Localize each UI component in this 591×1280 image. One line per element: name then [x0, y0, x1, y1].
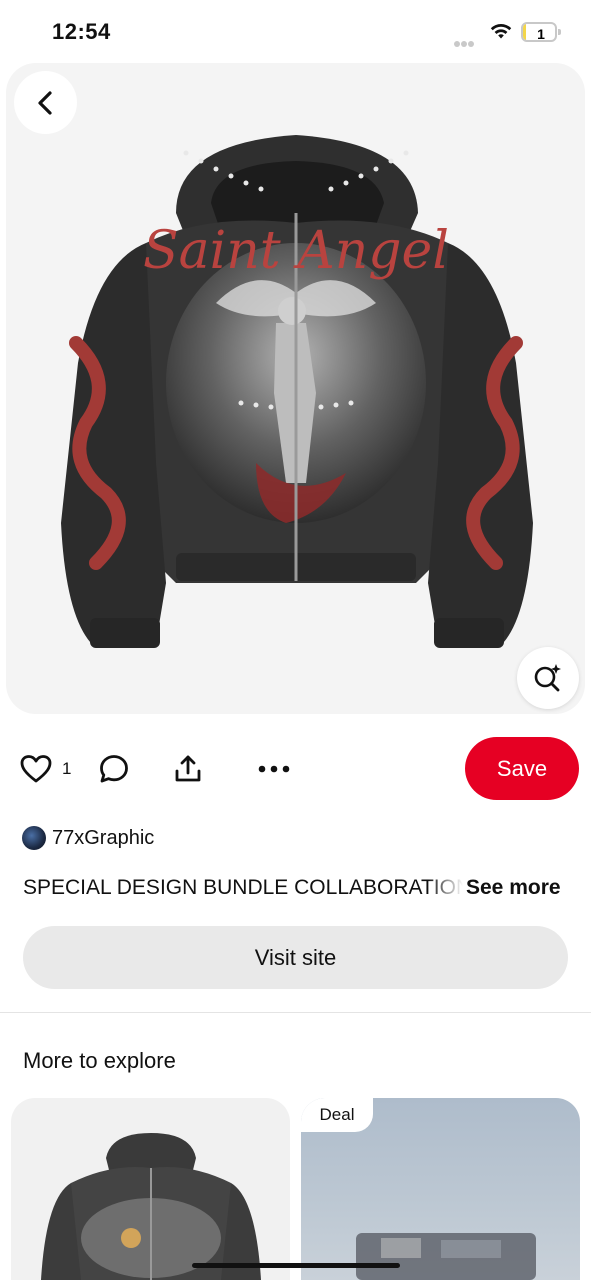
status-time: 12:54	[52, 19, 111, 44]
like-count: 1	[62, 759, 72, 778]
back-button[interactable]	[14, 71, 77, 134]
home-indicator	[192, 1263, 400, 1268]
like-button[interactable]	[20, 753, 52, 785]
visit-site-button[interactable]: Visit site	[23, 926, 568, 989]
magnify-sparkle-icon	[534, 664, 561, 692]
explore-card[interactable]: Deal	[301, 1098, 580, 1280]
chevron-left-icon	[37, 90, 52, 115]
explore-card[interactable]	[11, 1098, 290, 1280]
section-title: More to explore	[23, 1048, 176, 1073]
save-button[interactable]: Save	[465, 737, 579, 800]
avatar	[22, 826, 46, 850]
pin-description: SPECIAL DESIGN BUNDLE COLLABORATION	[23, 876, 463, 899]
graphic-hoodie-image	[41, 1133, 261, 1280]
battery-level: 1	[537, 26, 545, 42]
deal-badge: Deal	[301, 1098, 373, 1132]
cellular-dots-icon	[454, 34, 476, 47]
ellipsis-icon	[258, 765, 290, 773]
visual-search-button[interactable]	[517, 647, 579, 709]
creator-link[interactable]: 77xGraphic	[22, 825, 154, 851]
battery-icon: 1	[521, 22, 561, 42]
see-more-link[interactable]: See more	[466, 876, 561, 900]
share-upload-icon	[175, 755, 201, 782]
pin-action-bar: 1 Save	[0, 737, 591, 801]
comment-button[interactable]	[98, 753, 130, 785]
status-bar: 12:54 1	[0, 0, 591, 62]
hooded-zip-jacket-image: Saint Angel	[61, 135, 533, 648]
share-button[interactable]	[172, 753, 204, 785]
jacket-print-text: Saint Angel	[143, 221, 449, 281]
heart-icon	[20, 755, 52, 783]
divider	[0, 1012, 591, 1013]
comment-bubble-icon	[100, 755, 128, 783]
creator-name: 77xGraphic	[52, 826, 155, 849]
pin-image-container[interactable]: Saint Angel	[6, 63, 585, 714]
more-options-button[interactable]	[256, 753, 292, 785]
wifi-icon	[490, 24, 512, 39]
